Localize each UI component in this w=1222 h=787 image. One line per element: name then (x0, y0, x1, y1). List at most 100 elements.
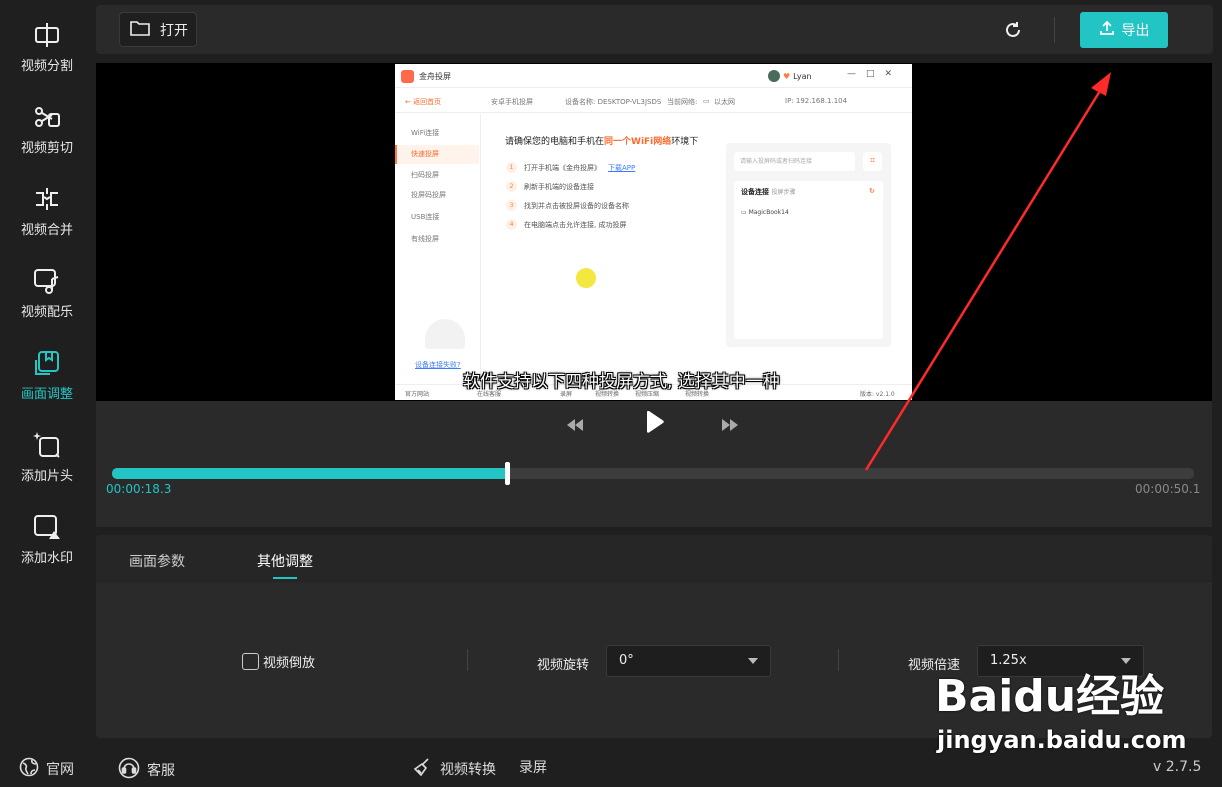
sidebar-item-split[interactable]: 视频分割 (0, 0, 94, 82)
frame-menu-group: WiFi连接 (411, 129, 440, 137)
frame-step: 2 刷新手机端的设备连接 (506, 181, 594, 192)
rotate-select[interactable]: 0° (606, 645, 771, 677)
frame-heading-pre: 请确保您的电脑和手机在 (505, 137, 605, 147)
sidebar-item-music[interactable]: 视频配乐 (0, 246, 94, 328)
upload-icon (1099, 20, 1115, 40)
download-app-link: 下载APP (608, 163, 636, 172)
sidebar-item-cut[interactable]: 视频剪切 (0, 82, 94, 164)
active-tab-indicator (273, 577, 297, 579)
rotate-label: 视频旋转 (537, 658, 590, 673)
tab-frame-params[interactable]: 画面参数 (129, 551, 185, 571)
toolbar-divider (1054, 17, 1055, 43)
step-text: 找到并点击被投屏设备的设备名称 (524, 201, 629, 210)
frame-code-input: 请输入投屏码或者扫码连接 (734, 152, 855, 171)
globe-icon (19, 757, 39, 781)
sparkle-icon (32, 430, 62, 460)
step-text: 在电脑端点击允许连接, 成功投屏 (524, 220, 627, 229)
tab-other-adjust[interactable]: 其他调整 (257, 551, 313, 571)
frame-menu-item: 扫码投屏 (411, 171, 439, 179)
video-subtitle: 软件支持以下四种投屏方式, 选择其中一种 (463, 372, 780, 392)
sidebar-item-label: 视频配乐 (20, 305, 73, 320)
reverse-checkbox[interactable]: 视频倒放 (242, 652, 315, 671)
website-label: 官网 (46, 762, 74, 778)
current-time: 00:00:18.3 (106, 482, 172, 496)
timeline-track[interactable] (112, 462, 1194, 485)
export-button-label: 导出 (1121, 23, 1150, 39)
scissors-icon (32, 102, 62, 132)
sidebar-item-label: 视频合并 (20, 223, 73, 238)
watermark-icon (32, 512, 62, 542)
close-icon: ✕ (884, 69, 893, 79)
sidebar-item-frame-adjust[interactable]: 画面调整 (0, 328, 94, 410)
sidebar-item-intro[interactable]: 添加片头 (0, 410, 94, 492)
step-text: 刷新手机端的设备连接 (524, 182, 594, 191)
rotate-value: 0° (619, 653, 634, 668)
sidebar-item-label: 添加片头 (20, 469, 73, 484)
frame-step: 1 打开手机端《金舟投屏》 下载APP (506, 162, 635, 173)
frame-fail-link: 设备连接失败? (415, 361, 461, 369)
frame-subbar: ← 返回首页 安卓手机投屏 设备名称: DESKTOP-VL3JSDS 当前网络… (395, 89, 912, 113)
service-link[interactable]: 客服 (118, 757, 175, 783)
split-icon (32, 20, 62, 50)
frame-app-name: 金舟投屏 (419, 72, 451, 81)
frame-info: 当前网络: (667, 98, 698, 106)
frame-step: 3 找到并点击被投屏设备的设备名称 (506, 200, 629, 211)
timeline-progress (112, 468, 507, 479)
step-number: 2 (506, 181, 517, 192)
monitor-icon: ▭ (703, 97, 710, 105)
open-button[interactable]: 打开 (119, 12, 197, 47)
frame-heading-post: 环境下 (671, 137, 699, 147)
headset-icon (118, 757, 140, 783)
frame-left-menu: WiFi连接 快速投屏 扫码投屏 投屏码投屏 USB连接 有线投屏 设备连接失败… (395, 114, 481, 384)
chevron-down-icon (748, 658, 758, 664)
frame-device-panel: 请输入投屏码或者扫码连接 ⌗ 设备连接 投屏步骤 ↻ ▭ MagicBook14 (726, 143, 891, 347)
frame-device-item: ▭ MagicBook14 (741, 209, 789, 216)
record-link[interactable]: 录屏 (519, 757, 547, 777)
folder-icon (130, 19, 150, 41)
step-number: 4 (506, 219, 517, 230)
step-text: 打开手机端《金舟投屏》 (524, 163, 601, 172)
step-number: 3 (506, 200, 517, 211)
merge-icon (32, 184, 62, 214)
convert-link[interactable]: 视频转换 (413, 757, 496, 781)
open-button-label: 打开 (160, 22, 188, 39)
refresh-icon: ↻ (869, 187, 875, 195)
video-preview[interactable]: 金舟投屏 ♥ Lyan — □ ✕ ← 返回首页 安卓手机投屏 设备名称: DE… (96, 63, 1212, 401)
top-toolbar: 打开 导出 (96, 5, 1213, 54)
rewind-icon[interactable] (566, 416, 584, 435)
service-label: 客服 (147, 763, 175, 779)
frame-titlebar: 金舟投屏 ♥ Lyan — □ ✕ (395, 64, 912, 88)
sidebar-item-label: 添加水印 (20, 551, 73, 566)
frame-menu-group: USB连接 (411, 213, 440, 221)
maximize-icon: □ (866, 69, 875, 79)
settings-divider (838, 649, 839, 671)
device-name: MagicBook14 (748, 209, 789, 216)
cursor-highlight-icon (576, 268, 596, 288)
frame-user-name: Lyan (793, 71, 812, 81)
scan-icon: ⌗ (863, 152, 882, 171)
music-icon (32, 266, 62, 296)
sidebar-item-merge[interactable]: 视频合并 (0, 164, 94, 246)
app-logo-icon (401, 70, 414, 83)
settings-divider (467, 649, 468, 671)
website-link[interactable]: 官网 (19, 757, 74, 781)
fast-forward-icon[interactable] (721, 416, 739, 435)
sidebar-item-label: 视频分割 (20, 59, 73, 74)
frame-user: ♥ Lyan (768, 70, 812, 82)
device-title-text: 设备连接 (741, 188, 769, 196)
refresh-icon[interactable] (1002, 19, 1024, 41)
frame-back: ← 返回首页 (405, 98, 442, 106)
total-time: 00:00:50.1 (1135, 482, 1201, 496)
timeline-handle[interactable] (504, 462, 510, 485)
export-button[interactable]: 导出 (1080, 12, 1168, 48)
frame-version: 版本: v2.1.0 (860, 391, 895, 398)
sidebar-item-watermark[interactable]: 添加水印 (0, 492, 94, 574)
checkbox-box[interactable] (242, 653, 259, 670)
frame-info: 安卓手机投屏 (491, 98, 533, 106)
frame-menu-item: 快速投屏 (395, 145, 479, 164)
minimize-icon: — (847, 69, 856, 79)
sidebar-item-label: 画面调整 (20, 387, 73, 402)
settings-tabs: 画面参数 其他调整 (96, 535, 1212, 582)
sidebar-item-label: 视频剪切 (20, 141, 73, 156)
play-icon[interactable] (644, 410, 664, 437)
